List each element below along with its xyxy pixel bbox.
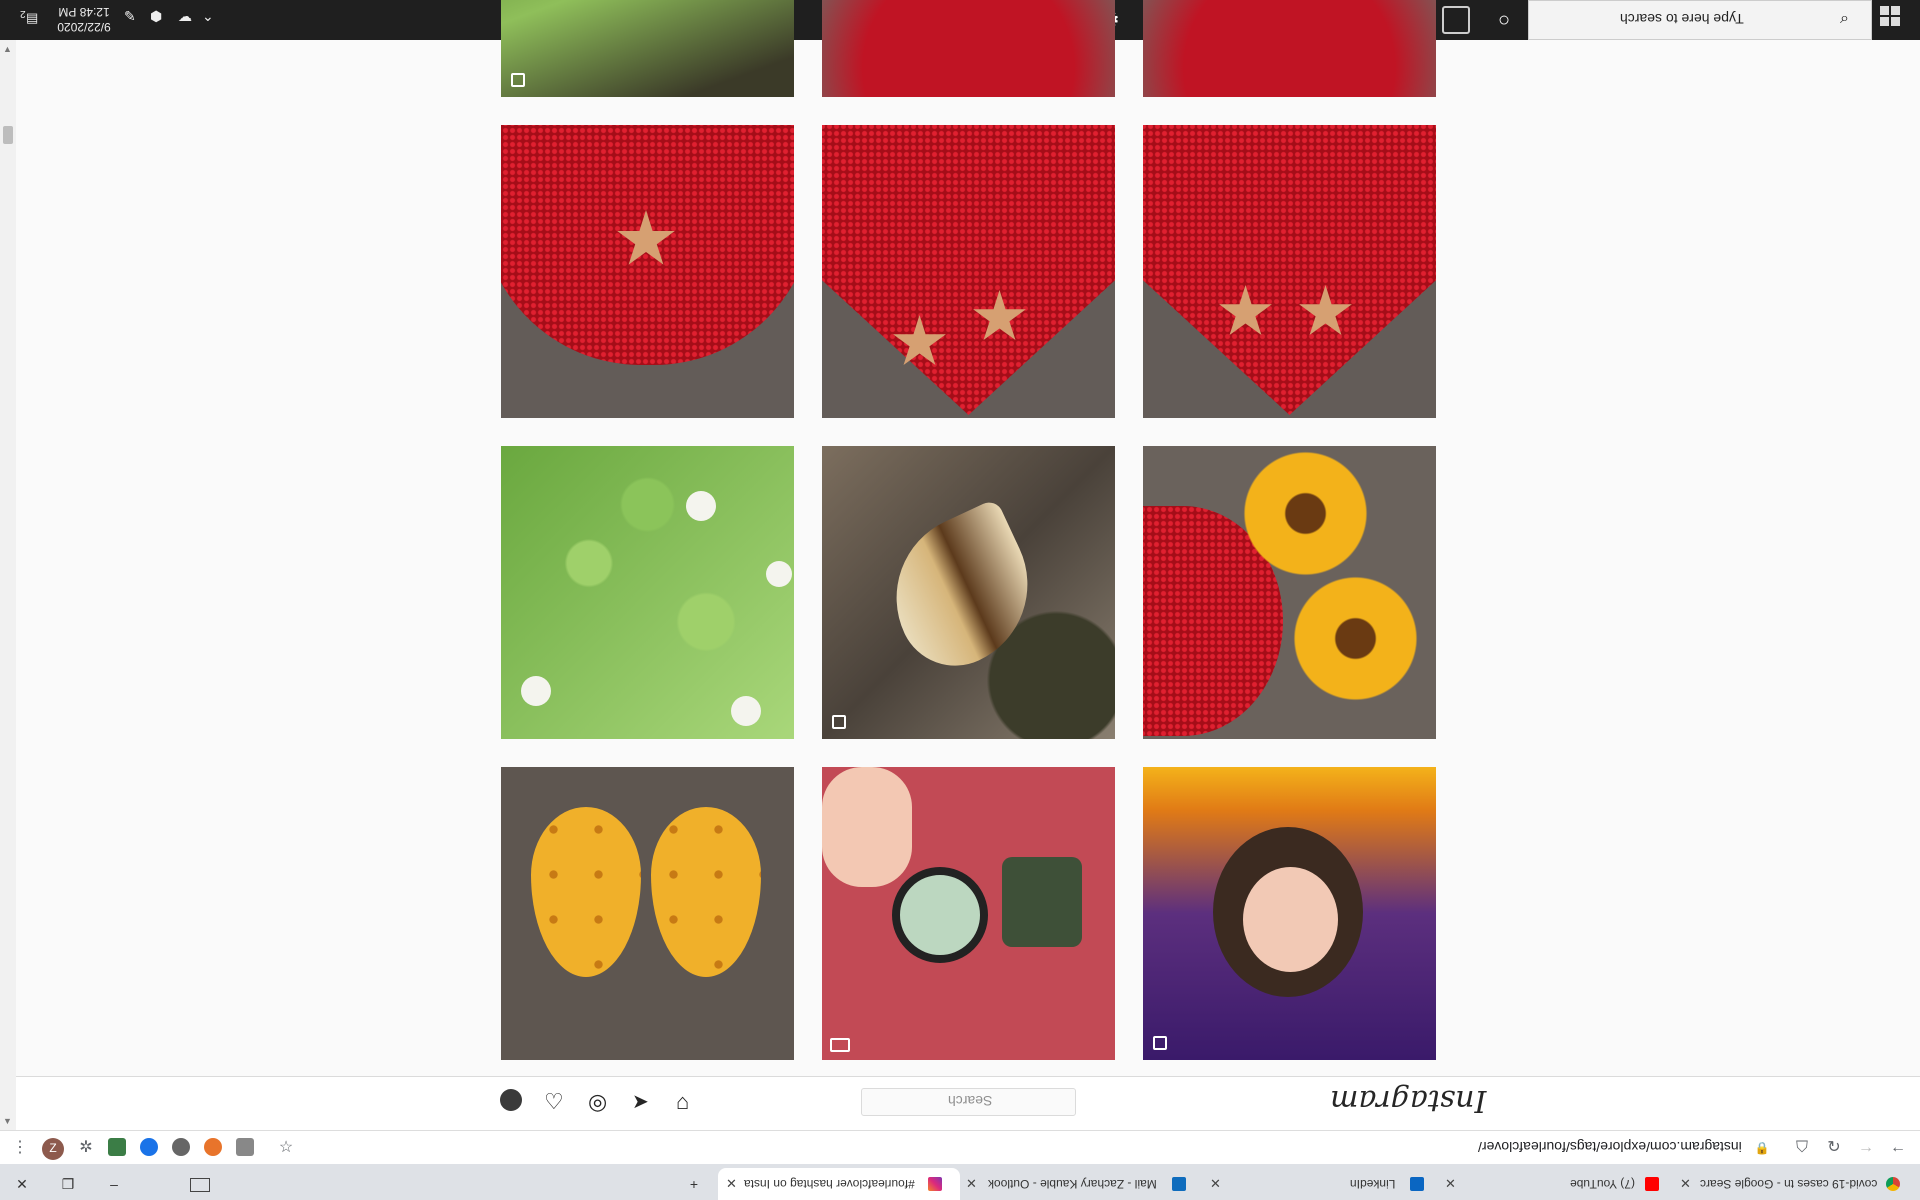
outlook-favicon-icon xyxy=(1172,1177,1186,1191)
lock-icon: 🔒 xyxy=(1754,1141,1770,1155)
tab-title: Mail - Zachary Kauble - Outlook xyxy=(988,1177,1157,1191)
scrollbar-thumb[interactable] xyxy=(3,126,13,144)
browser-tab[interactable]: (7) YouTube ✕ xyxy=(1445,1168,1680,1200)
photo-tile[interactable] xyxy=(822,0,1115,97)
multiple-photos-icon xyxy=(1153,1036,1167,1050)
notification-count-badge: 2 xyxy=(20,8,26,19)
photo-tile[interactable] xyxy=(501,125,794,418)
multiple-photos-icon xyxy=(832,715,846,729)
onedrive-cloud-icon[interactable]: ☁ xyxy=(178,8,192,25)
close-tab-icon[interactable]: ✕ xyxy=(966,1176,977,1192)
scroll-down-arrow-icon[interactable]: ▼ xyxy=(3,1116,12,1126)
extension-icon[interactable] xyxy=(140,1138,158,1156)
tab-title: LinkedIn xyxy=(1350,1177,1396,1191)
url-field[interactable]: instagram.com/explore/tags/fourleafclove… xyxy=(1478,1139,1742,1155)
video-icon xyxy=(830,1038,850,1052)
clock-date: 9/22/2020 xyxy=(57,20,111,34)
taskbar-search-placeholder: Type here to search xyxy=(1620,11,1744,27)
profile-avatar-button[interactable]: Z xyxy=(42,1138,64,1160)
extension-icon[interactable] xyxy=(172,1138,190,1156)
chevron-up-icon[interactable]: ⌄ xyxy=(202,8,214,25)
extensions-puzzle-icon[interactable]: ✲ xyxy=(76,1138,96,1158)
scroll-up-arrow-icon[interactable]: ▲ xyxy=(3,44,12,54)
photo-tile[interactable] xyxy=(1143,0,1436,97)
windows-start-button[interactable] xyxy=(1880,6,1910,34)
close-tab-icon[interactable]: ✕ xyxy=(726,1176,737,1192)
photo-tile[interactable] xyxy=(1143,125,1436,418)
photo-tile[interactable] xyxy=(1143,446,1436,739)
browser-tab-active[interactable]: #fourleafclover hashtag on Insta ✕ xyxy=(718,1168,960,1200)
explore-compass-icon[interactable]: ◎ xyxy=(588,1089,612,1114)
network-icon[interactable]: ⬢ xyxy=(150,8,162,25)
photo-tile[interactable] xyxy=(822,446,1115,739)
photo-tile[interactable] xyxy=(1143,767,1436,1060)
multiple-photos-icon xyxy=(511,73,525,87)
restore-window-icon[interactable]: ❐ xyxy=(58,1176,78,1193)
photo-tile[interactable] xyxy=(501,0,794,97)
extension-icon[interactable] xyxy=(108,1138,126,1156)
browser-tab[interactable]: Mail - Zachary Kauble - Outlook ✕ xyxy=(960,1168,1210,1200)
tab-title: #fourleafclover hashtag on Insta xyxy=(744,1177,915,1191)
browser-tab[interactable]: covid-19 cases tn - Google Searc ✕ xyxy=(1680,1168,1920,1200)
close-tab-icon[interactable]: ✕ xyxy=(1445,1176,1456,1192)
extension-icon[interactable] xyxy=(236,1138,254,1156)
pen-icon[interactable]: ✎ xyxy=(124,8,136,25)
minimize-window-icon[interactable]: – xyxy=(104,1176,124,1192)
extension-icon[interactable] xyxy=(204,1138,222,1156)
profile-avatar[interactable] xyxy=(500,1089,522,1111)
forward-arrow-icon[interactable]: → xyxy=(1856,1138,1876,1158)
action-center-icon[interactable]: 2 ▤ xyxy=(20,8,42,30)
instagram-favicon-icon xyxy=(928,1177,942,1191)
photo-tile[interactable] xyxy=(822,125,1115,418)
photo-tile[interactable] xyxy=(501,767,794,1060)
browser-menu-icon[interactable]: ⋮ xyxy=(10,1138,30,1158)
tab-search-icon[interactable] xyxy=(190,1178,210,1192)
clock-time: 12:48 PM xyxy=(58,5,110,19)
new-tab-plus-icon[interactable]: + xyxy=(684,1176,704,1192)
photo-tile[interactable] xyxy=(501,446,794,739)
bookmark-star-icon[interactable]: ☆ xyxy=(276,1138,296,1158)
back-arrow-icon[interactable]: ← xyxy=(1888,1138,1908,1158)
tab-title: (7) YouTube xyxy=(1570,1177,1635,1191)
activity-heart-icon[interactable]: ♡ xyxy=(544,1089,568,1114)
browser-tab[interactable]: LinkedIn ✕ xyxy=(1210,1168,1445,1200)
linkedin-favicon-icon xyxy=(1410,1177,1424,1191)
search-icon: ⌕ xyxy=(1840,10,1849,27)
direct-message-icon[interactable]: ➤ xyxy=(632,1089,656,1113)
google-favicon-icon xyxy=(1886,1177,1900,1191)
tab-title: covid-19 cases tn - Google Searc xyxy=(1700,1177,1878,1191)
home-icon[interactable]: ⌂ xyxy=(676,1089,700,1114)
close-window-icon[interactable]: ✕ xyxy=(12,1176,32,1193)
reload-icon[interactable]: ↻ xyxy=(1824,1138,1844,1158)
instagram-search-placeholder: Search xyxy=(948,1093,993,1109)
close-tab-icon[interactable]: ✕ xyxy=(1680,1176,1691,1192)
photo-tile[interactable] xyxy=(822,767,1115,1060)
cortana-icon[interactable]: ○ xyxy=(1490,6,1518,34)
youtube-favicon-icon xyxy=(1645,1177,1659,1191)
close-tab-icon[interactable]: ✕ xyxy=(1210,1176,1221,1192)
task-view-icon[interactable] xyxy=(1442,6,1470,34)
instagram-logo[interactable]: Instagram xyxy=(1330,1083,1486,1118)
page-scrollbar[interactable]: ▲ ▼ xyxy=(0,40,16,1130)
system-clock[interactable]: 9/22/2020 12:48 PM xyxy=(56,4,112,34)
shield-icon[interactable]: ⛉ xyxy=(1792,1138,1812,1158)
